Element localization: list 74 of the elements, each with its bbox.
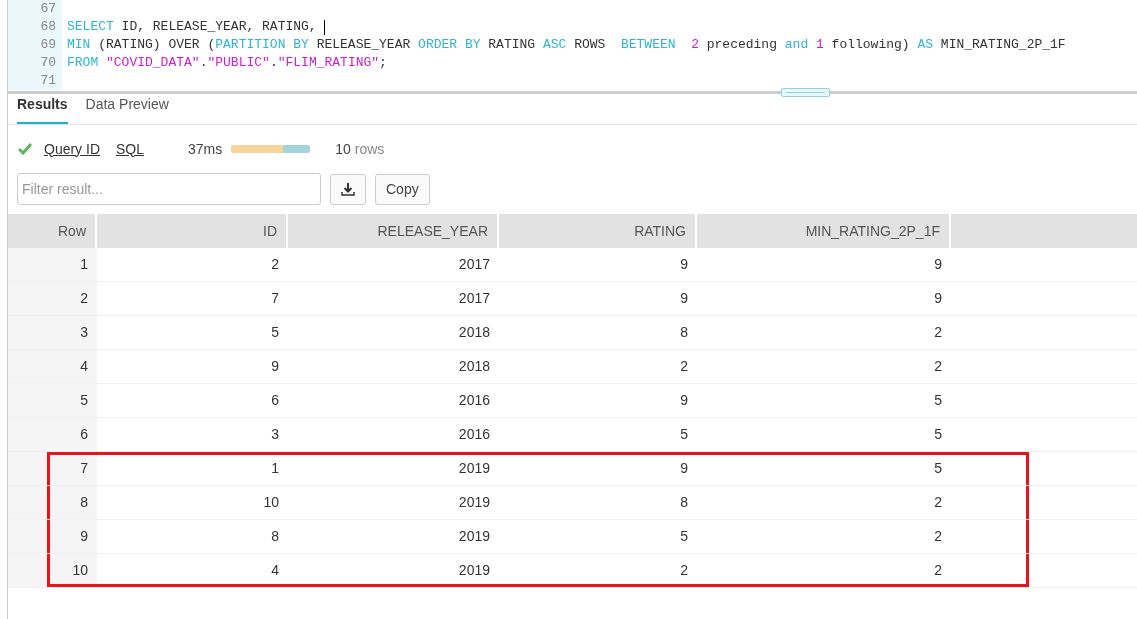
table-cell-text: 2: [933, 561, 943, 580]
table-cell-text: 2: [933, 357, 943, 376]
table-cell-text: 2018: [457, 323, 491, 342]
table-cell-text: 4: [270, 561, 280, 580]
table-cell-text: 5: [679, 425, 689, 444]
line-number: 67: [8, 0, 62, 18]
table-cell-text: 5: [270, 323, 280, 342]
code-line: FROM "COVID_DATA"."PUBLIC"."FLIM_RATING";: [66, 54, 387, 72]
table-cell-text: 2: [933, 527, 943, 546]
link[interactable]: Query ID: [44, 138, 100, 160]
code-line: MIN (RATING) OVER (PARTITION BY RELEASE_YEAR ORDER BY RATING ASC ROWS BETWEEN 2 preceding and 1 following) AS MIN_RATING_2P_1F: [66, 36, 1066, 54]
table-cell-text: 7: [270, 289, 280, 308]
row-count: 10 rows: [335, 139, 385, 159]
table-cell-text: 9: [679, 255, 689, 274]
table-cell-text: 2: [933, 493, 943, 512]
table-cell-text: 10: [262, 493, 280, 512]
table-cell-text: 8: [679, 493, 689, 512]
table-cell: 9: [8, 520, 97, 553]
table-cell-text: 9: [679, 459, 689, 478]
tab[interactable]: Results: [17, 94, 68, 124]
table-cell-text: 2019: [457, 561, 491, 580]
table-cell-text: 5: [679, 527, 689, 546]
table-cell-text: 2019: [457, 459, 491, 478]
copy-button[interactable]: Copy: [375, 173, 430, 205]
table-cell-text: 2017: [457, 289, 491, 308]
table-cell-text: 2: [270, 255, 280, 274]
table-cell-text: 2018: [457, 357, 491, 376]
table-cell-text: 2: [679, 357, 689, 376]
table-cell-text: 5: [933, 425, 943, 444]
table-cell-text: 9: [270, 357, 280, 376]
table-cell: 1: [8, 248, 97, 281]
table-cell: 5: [8, 384, 97, 417]
column-header[interactable]: MIN_RATING_2P_1F: [697, 214, 951, 248]
table-cell-text: 2019: [457, 527, 491, 546]
line-number: 68: [8, 18, 62, 36]
table-cell: 7: [8, 452, 97, 485]
table-cell: 6: [8, 418, 97, 451]
table-cell-text: 9: [933, 255, 943, 274]
table-cell: 4: [8, 350, 97, 383]
table-cell-text: 3: [270, 425, 280, 444]
table-cell-text: 1: [270, 459, 280, 478]
column-header[interactable]: RELEASE_YEAR: [288, 214, 499, 248]
table-cell-text: 9: [679, 289, 689, 308]
table-cell-text: 2016: [457, 425, 491, 444]
check-icon: [18, 143, 32, 155]
table-cell-text: 9: [679, 391, 689, 410]
table-cell-text: 2: [679, 561, 689, 580]
table-cell-text: 2019: [457, 493, 491, 512]
download-icon: [341, 182, 355, 196]
table-cell-text: 5: [933, 391, 943, 410]
column-header[interactable]: RATING: [499, 214, 697, 248]
line-number: 71: [8, 72, 62, 90]
resize-handle[interactable]: [781, 88, 830, 97]
filter-field[interactable]: Filter result...: [17, 173, 321, 205]
table-cell-text: 8: [679, 323, 689, 342]
table-cell: 2: [8, 282, 97, 315]
table-cell-text: 2: [933, 323, 943, 342]
table-cell: 3: [8, 316, 97, 349]
table-cell-text: 9: [933, 289, 943, 308]
code-line: SELECT ID, RELEASE_YEAR, RATING,: [62, 18, 326, 36]
line-number: 69: [8, 36, 62, 54]
line-number: 70: [8, 54, 62, 72]
table-cell: 8: [8, 486, 97, 519]
table-cell-text: 6: [270, 391, 280, 410]
tab[interactable]: Data Preview: [85, 94, 169, 124]
table-cell-text: 2016: [457, 391, 491, 410]
table-cell-text: 2017: [457, 255, 491, 274]
duration: 37ms: [188, 139, 223, 159]
column-header[interactable]: ID: [97, 214, 288, 248]
table-cell-text: 5: [933, 459, 943, 478]
download-button[interactable]: [330, 173, 366, 205]
table-cell: 10: [8, 554, 97, 587]
table-cell-text: 8: [270, 527, 280, 546]
link[interactable]: SQL: [116, 138, 145, 160]
